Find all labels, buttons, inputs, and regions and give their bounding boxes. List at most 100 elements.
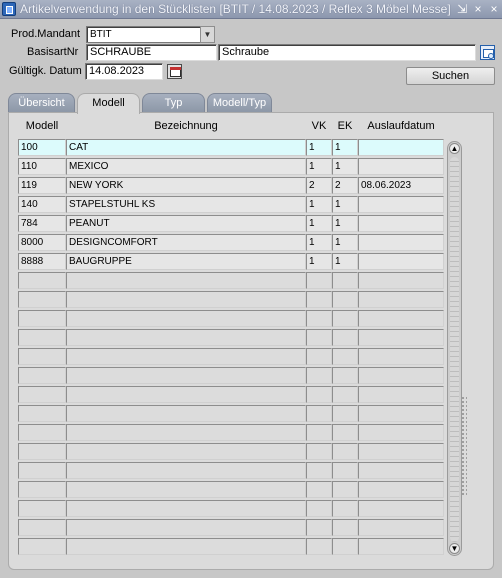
auslaufdatum-cell[interactable] — [358, 405, 444, 422]
ek-cell[interactable] — [332, 310, 358, 327]
bezeichnung-cell[interactable] — [66, 310, 306, 327]
vk-cell[interactable] — [306, 291, 332, 308]
auslaufdatum-cell[interactable] — [358, 158, 444, 175]
vk-cell[interactable] — [306, 424, 332, 441]
empty-table-row[interactable] — [18, 538, 445, 555]
results-grid[interactable]: 100 CAT 1 1 110 MEXICO 1 1 119 NEW YORK 2 2 08.06.20… — [18, 139, 445, 557]
datum-input[interactable]: 14.08.2023 — [85, 63, 163, 80]
bezeichnung-cell[interactable] — [66, 500, 306, 517]
empty-table-row[interactable] — [18, 481, 445, 498]
vk-cell[interactable]: 1 — [306, 158, 332, 175]
tab-modell[interactable]: Modell — [77, 93, 140, 114]
bezeichnung-cell[interactable] — [66, 367, 306, 384]
scroll-up-icon[interactable]: ▲ — [449, 143, 460, 154]
bezeichnung-cell[interactable]: MEXICO — [66, 158, 306, 175]
empty-table-row[interactable] — [18, 405, 445, 422]
auslaufdatum-cell[interactable] — [358, 500, 444, 517]
modell-cell[interactable]: 8888 — [18, 253, 66, 270]
ek-cell[interactable] — [332, 538, 358, 555]
tab-modell-typ[interactable]: Modell/Typ — [207, 93, 272, 113]
tab-typ[interactable]: Typ — [142, 93, 205, 113]
ek-cell[interactable]: 1 — [332, 215, 358, 232]
ek-cell[interactable] — [332, 519, 358, 536]
auslaufdatum-cell[interactable] — [358, 538, 444, 555]
vk-cell[interactable]: 1 — [306, 139, 332, 156]
modell-cell[interactable]: 110 — [18, 158, 66, 175]
empty-table-row[interactable] — [18, 329, 445, 346]
ek-cell[interactable]: 1 — [332, 196, 358, 213]
bezeichnung-cell[interactable] — [66, 481, 306, 498]
bezeichnung-cell[interactable]: NEW YORK — [66, 177, 306, 194]
vk-cell[interactable] — [306, 405, 332, 422]
modell-cell[interactable] — [18, 348, 66, 365]
minimize-button[interactable]: ⇲ — [455, 2, 469, 16]
modell-cell[interactable]: 119 — [18, 177, 66, 194]
ek-cell[interactable] — [332, 272, 358, 289]
bezeichnung-cell[interactable] — [66, 405, 306, 422]
ek-cell[interactable] — [332, 405, 358, 422]
vk-cell[interactable] — [306, 367, 332, 384]
ek-cell[interactable] — [332, 291, 358, 308]
ek-cell[interactable] — [332, 462, 358, 479]
vk-cell[interactable]: 1 — [306, 215, 332, 232]
vk-cell[interactable] — [306, 348, 332, 365]
bezeichnung-cell[interactable] — [66, 538, 306, 555]
empty-table-row[interactable] — [18, 348, 445, 365]
modell-cell[interactable] — [18, 538, 66, 555]
modell-cell[interactable] — [18, 462, 66, 479]
empty-table-row[interactable] — [18, 291, 445, 308]
modell-cell[interactable]: 100 — [18, 139, 66, 156]
ek-cell[interactable]: 1 — [332, 234, 358, 251]
auslaufdatum-cell[interactable] — [358, 272, 444, 289]
close-button[interactable]: × — [487, 2, 501, 16]
search-button[interactable]: Suchen — [406, 67, 495, 85]
vk-cell[interactable] — [306, 519, 332, 536]
bezeichnung-cell[interactable]: STAPELSTUHL KS — [66, 196, 306, 213]
bezeichnung-cell[interactable] — [66, 329, 306, 346]
auslaufdatum-cell[interactable] — [358, 386, 444, 403]
modell-cell[interactable] — [18, 386, 66, 403]
table-row[interactable]: 110 MEXICO 1 1 — [18, 158, 445, 175]
ek-cell[interactable] — [332, 443, 358, 460]
empty-table-row[interactable] — [18, 386, 445, 403]
vk-cell[interactable] — [306, 443, 332, 460]
ek-cell[interactable] — [332, 329, 358, 346]
empty-table-row[interactable] — [18, 310, 445, 327]
vertical-scrollbar[interactable]: ▲ ▼ — [447, 141, 462, 556]
bezeichnung-cell[interactable] — [66, 386, 306, 403]
empty-table-row[interactable] — [18, 500, 445, 517]
empty-table-row[interactable] — [18, 272, 445, 289]
auslaufdatum-cell[interactable] — [358, 481, 444, 498]
modell-cell[interactable] — [18, 500, 66, 517]
auslaufdatum-cell[interactable] — [358, 424, 444, 441]
modell-cell[interactable] — [18, 405, 66, 422]
bezeichnung-cell[interactable] — [66, 519, 306, 536]
bezeichnung-cell[interactable] — [66, 443, 306, 460]
empty-table-row[interactable] — [18, 462, 445, 479]
ek-cell[interactable]: 1 — [332, 139, 358, 156]
auslaufdatum-cell[interactable] — [358, 215, 444, 232]
ek-cell[interactable] — [332, 367, 358, 384]
table-row[interactable]: 784 PEANUT 1 1 — [18, 215, 445, 232]
lookup-icon[interactable] — [480, 45, 495, 60]
auslaufdatum-cell[interactable] — [358, 329, 444, 346]
basisart-input[interactable]: SCHRAUBE — [86, 44, 217, 61]
bezeichnung-cell[interactable] — [66, 272, 306, 289]
vk-cell[interactable]: 1 — [306, 234, 332, 251]
vk-cell[interactable] — [306, 538, 332, 555]
auslaufdatum-cell[interactable] — [358, 367, 444, 384]
auslaufdatum-cell[interactable] — [358, 291, 444, 308]
prod-mandant-value[interactable]: BTIT — [86, 26, 200, 43]
modell-cell[interactable] — [18, 424, 66, 441]
modell-cell[interactable]: 140 — [18, 196, 66, 213]
auslaufdatum-cell[interactable] — [358, 253, 444, 270]
auslaufdatum-cell[interactable] — [358, 519, 444, 536]
ek-cell[interactable] — [332, 348, 358, 365]
auslaufdatum-cell[interactable] — [358, 234, 444, 251]
modell-cell[interactable] — [18, 291, 66, 308]
scroll-thumb[interactable] — [450, 157, 459, 542]
maximize-button[interactable]: × — [471, 2, 485, 16]
vk-cell[interactable]: 1 — [306, 196, 332, 213]
auslaufdatum-cell[interactable] — [358, 196, 444, 213]
resize-grip-icon[interactable] — [461, 396, 467, 496]
